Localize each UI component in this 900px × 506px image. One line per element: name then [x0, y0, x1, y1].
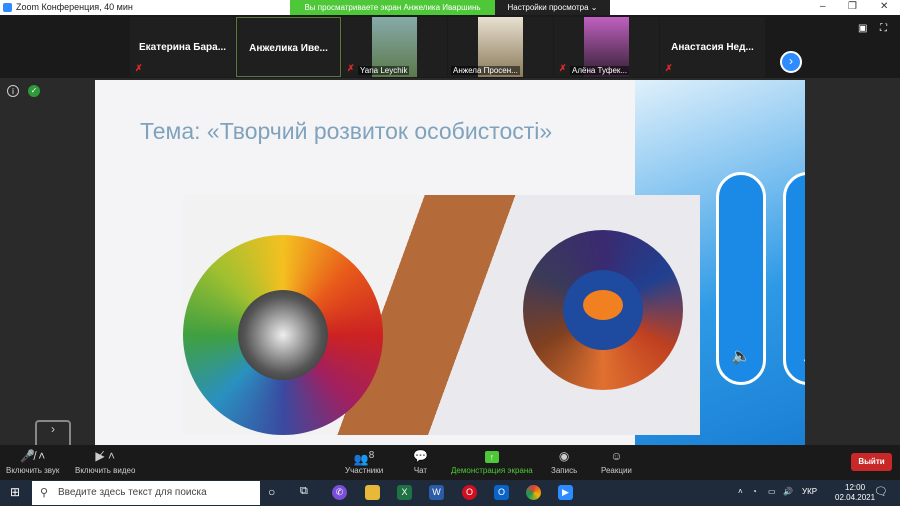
participant-name: Анастасия Нед...	[671, 42, 754, 53]
search-icon: ⚲	[40, 487, 49, 499]
view-settings-button[interactable]: Настройки просмотра ⌄	[495, 0, 610, 15]
fullscreen-icon[interactable]: ⛶	[880, 23, 887, 34]
outlook-icon[interactable]: O	[494, 485, 509, 500]
unmute-label: Включить звук	[6, 466, 60, 475]
chat-icon: 💬	[413, 449, 428, 463]
share-banner: Вы просматриваете экран Анжелика Иваршин…	[290, 0, 495, 15]
next-page-button[interactable]: ›	[780, 51, 802, 73]
task-view-icon[interactable]: ⧉	[300, 485, 308, 498]
cortana-icon[interactable]: ○	[268, 485, 275, 499]
layout-icon[interactable]: ▣	[858, 23, 867, 34]
tray-chevron-icon[interactable]: ˄	[738, 487, 743, 496]
file-explorer-icon[interactable]	[365, 485, 380, 500]
restore-button[interactable]: ❐	[848, 1, 857, 12]
participants-button[interactable]: 👥8 Участники	[345, 448, 383, 475]
music-button[interactable]: ♫	[783, 172, 805, 385]
participant-name: Екатерина Бара...	[138, 42, 227, 53]
excel-icon[interactable]: X	[397, 485, 412, 500]
minimize-button[interactable]: –	[820, 1, 826, 12]
viber-icon[interactable]: ✆	[332, 485, 347, 500]
search-placeholder: Введите здесь текст для поиска	[58, 487, 207, 498]
record-button[interactable]: ◉ Запись	[551, 448, 577, 475]
participant-tile[interactable]: ✗ Yana Leychik	[342, 17, 447, 77]
info-icon[interactable]: i	[7, 85, 19, 97]
leave-button[interactable]: Выйти	[851, 453, 892, 471]
zoom-icon[interactable]: ▶	[558, 485, 573, 500]
chat-button[interactable]: 💬 Чат	[413, 448, 428, 475]
participant-tile[interactable]: Екатерина Бара... ✗	[130, 17, 235, 77]
participant-tile[interactable]: ✗ Алёна Туфек...	[554, 17, 659, 77]
muted-mic-icon: ✗	[135, 63, 143, 73]
clock-time: 12:00	[845, 483, 866, 492]
color-wheel	[523, 230, 683, 390]
participant-tile[interactable]: Анжелика Иве...	[236, 17, 341, 77]
windows-taskbar: ⊞ ⚲ Введите здесь текст для поиска ○ ⧉ ✆ …	[0, 480, 900, 506]
participant-name: Yana Leychik	[358, 66, 410, 75]
participant-name: Анжела Просен...	[451, 66, 520, 75]
close-button[interactable]: ✕	[880, 1, 888, 12]
zoom-logo-icon	[3, 3, 12, 12]
participants-label: Участники	[345, 466, 384, 475]
start-video-label: Включить видео	[75, 466, 136, 475]
taskbar-search-input[interactable]: ⚲ Введите здесь текст для поиска	[32, 481, 260, 505]
reactions-label: Реакции	[601, 466, 632, 475]
shared-screen: i ✓ Тема: «Творчий розвиток особистості»…	[0, 78, 900, 445]
clock-date: 02.04.2021	[835, 493, 876, 502]
battery-icon[interactable]: ▭	[768, 487, 776, 496]
sound-button[interactable]: 🔈	[716, 172, 766, 385]
participant-name: Алёна Туфек...	[570, 66, 630, 75]
shield-icon[interactable]: ✓	[28, 85, 40, 97]
chat-label: Чат	[413, 466, 428, 475]
participant-tile[interactable]: Анжела Просен...	[448, 17, 553, 77]
record-icon: ◉	[558, 449, 570, 463]
volume-icon[interactable]: 🔊	[783, 487, 793, 496]
slide-nav-button[interactable]: ›	[35, 420, 71, 445]
meeting-toolbar: 🎤̸ ˄ Включить звук ▶̸ ˄ Включить видео 👥8 У…	[0, 445, 900, 480]
word-icon[interactable]: W	[429, 485, 444, 500]
share-screen-icon: ↑	[451, 448, 533, 466]
participants-icon: 👥8	[353, 450, 375, 466]
opera-icon[interactable]: O	[462, 485, 477, 500]
network-icon[interactable]: ◔	[752, 487, 757, 496]
muted-mic-icon: ✗	[559, 63, 567, 73]
window-title: Zoom Конференция, 40 мин	[16, 2, 133, 12]
color-wheel	[183, 235, 383, 435]
presentation-slide: Тема: «Творчий розвиток особистості» 🔈 ♫	[95, 80, 805, 445]
muted-mic-icon: ✗	[665, 63, 673, 73]
unmute-button[interactable]: 🎤̸ ˄ Включить звук	[6, 448, 59, 475]
share-screen-button[interactable]: ↑ Демонстрация экрана	[451, 448, 533, 475]
notifications-icon[interactable]: 🗨	[874, 485, 888, 498]
reactions-icon: ☺	[610, 449, 623, 463]
muted-mic-icon: 🎤̸ ˄	[20, 449, 46, 463]
record-label: Запись	[551, 466, 578, 475]
participant-strip: Екатерина Бара... ✗ Анжелика Иве... ✗ Yana…	[0, 15, 900, 78]
muted-mic-icon: ✗	[347, 63, 355, 73]
share-screen-label: Демонстрация экрана	[451, 466, 533, 475]
speaker-icon: 🔈	[731, 348, 751, 365]
music-note-icon: ♫	[786, 348, 805, 366]
reactions-button[interactable]: ☺ Реакции	[601, 448, 632, 475]
chrome-icon[interactable]	[526, 485, 541, 500]
taskbar-clock[interactable]: 12:00 02.04.2021	[835, 483, 875, 503]
participant-name: Анжелика Иве...	[249, 43, 328, 54]
video-off-icon: ▶̸ ˄	[95, 449, 115, 463]
start-video-button[interactable]: ▶̸ ˄ Включить видео	[75, 448, 135, 475]
participant-tile[interactable]: Анастасия Нед... ✗	[660, 17, 765, 77]
language-indicator[interactable]: УКР	[802, 487, 817, 496]
color-wheel-image	[183, 195, 700, 435]
windows-start-icon[interactable]: ⊞	[10, 485, 20, 499]
slide-title: Тема: «Творчий розвиток особистості»	[140, 118, 553, 144]
